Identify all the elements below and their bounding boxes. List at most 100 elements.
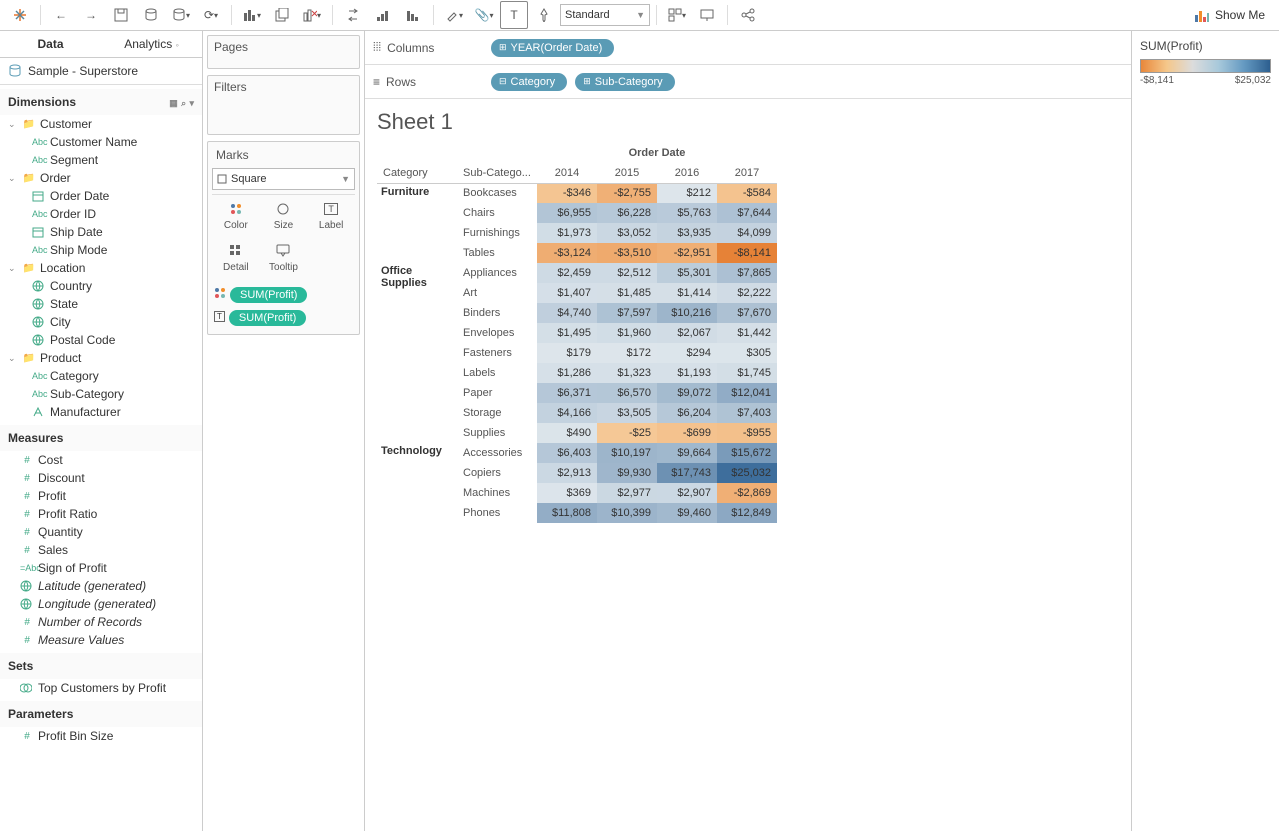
folder-location[interactable]: ⌄📁Location	[0, 259, 202, 277]
folder-product[interactable]: ⌄📁Product	[0, 349, 202, 367]
mark-size[interactable]: Size	[260, 195, 308, 237]
field-customer-name[interactable]: AbcCustomer Name	[0, 133, 202, 151]
data-cell[interactable]: -$3,510	[597, 243, 657, 263]
category-cell[interactable]: Furniture	[377, 183, 457, 263]
field-longitude-generated-[interactable]: Longitude (generated)	[0, 595, 202, 613]
field-ship-mode[interactable]: AbcShip Mode	[0, 241, 202, 259]
field-state[interactable]: State	[0, 295, 202, 313]
subcategory-cell[interactable]: Labels	[457, 363, 537, 383]
mark-label[interactable]: TLabel	[307, 195, 355, 237]
subcategory-cell[interactable]: Furnishings	[457, 223, 537, 243]
data-cell[interactable]: $3,935	[657, 223, 717, 243]
data-cell[interactable]: $1,286	[537, 363, 597, 383]
data-cell[interactable]: -$2,869	[717, 483, 777, 503]
show-me-button[interactable]: Show Me	[1187, 8, 1273, 22]
category-header[interactable]: Category	[377, 163, 457, 183]
data-cell[interactable]: -$3,124	[537, 243, 597, 263]
data-cell[interactable]: $9,664	[657, 443, 717, 463]
field-segment[interactable]: AbcSegment	[0, 151, 202, 169]
data-cell[interactable]: $6,955	[537, 203, 597, 223]
subcategory-cell[interactable]: Tables	[457, 243, 537, 263]
data-cell[interactable]: $7,403	[717, 403, 777, 423]
data-cell[interactable]: $10,216	[657, 303, 717, 323]
data-cell[interactable]: $1,495	[537, 323, 597, 343]
field-profit[interactable]: #Profit	[0, 487, 202, 505]
legend-gradient[interactable]	[1140, 59, 1271, 73]
data-cell[interactable]: $1,193	[657, 363, 717, 383]
undo-button[interactable]: ←	[47, 1, 75, 29]
data-cell[interactable]: -$955	[717, 423, 777, 443]
datasource[interactable]: Sample - Superstore	[0, 58, 202, 85]
field-quantity[interactable]: #Quantity	[0, 523, 202, 541]
data-cell[interactable]: $1,960	[597, 323, 657, 343]
sort-asc-button[interactable]	[369, 1, 397, 29]
subcategory-cell[interactable]: Machines	[457, 483, 537, 503]
new-sheet-button[interactable]: ▾	[238, 1, 266, 29]
data-cell[interactable]: $10,399	[597, 503, 657, 523]
data-cell[interactable]: $2,459	[537, 263, 597, 283]
category-cell[interactable]: Technology	[377, 443, 457, 523]
field-order-date[interactable]: Order Date	[0, 187, 202, 205]
data-cell[interactable]: $6,403	[537, 443, 597, 463]
data-cell[interactable]: $6,204	[657, 403, 717, 423]
pin-button[interactable]	[530, 1, 558, 29]
data-cell[interactable]: $4,099	[717, 223, 777, 243]
data-cell[interactable]: -$584	[717, 183, 777, 203]
data-cell[interactable]: -$25	[597, 423, 657, 443]
field-number-of-records[interactable]: #Number of Records	[0, 613, 202, 631]
field-category[interactable]: AbcCategory	[0, 367, 202, 385]
field-latitude-generated-[interactable]: Latitude (generated)	[0, 577, 202, 595]
data-cell[interactable]: $2,512	[597, 263, 657, 283]
data-cell[interactable]: $5,301	[657, 263, 717, 283]
data-cell[interactable]: $294	[657, 343, 717, 363]
subcategory-cell[interactable]: Storage	[457, 403, 537, 423]
data-cell[interactable]: -$2,755	[597, 183, 657, 203]
data-cell[interactable]: $2,067	[657, 323, 717, 343]
field-profit-bin-size[interactable]: #Profit Bin Size	[0, 727, 202, 745]
data-cell[interactable]: $11,808	[537, 503, 597, 523]
data-cell[interactable]: $12,041	[717, 383, 777, 403]
data-cell[interactable]: -$2,951	[657, 243, 717, 263]
data-cell[interactable]: $4,740	[537, 303, 597, 323]
data-cell[interactable]: $1,745	[717, 363, 777, 383]
search-icon[interactable]: ⌕	[181, 98, 186, 108]
share-button[interactable]	[734, 1, 762, 29]
pages-shelf[interactable]: Pages	[207, 35, 360, 69]
presentation-button[interactable]	[693, 1, 721, 29]
subcategory-cell[interactable]: Appliances	[457, 263, 537, 283]
redo-button[interactable]: →	[77, 1, 105, 29]
data-cell[interactable]: $2,907	[657, 483, 717, 503]
data-cell[interactable]: $2,222	[717, 283, 777, 303]
data-cell[interactable]: $490	[537, 423, 597, 443]
data-cell[interactable]: $12,849	[717, 503, 777, 523]
rows-pill-subcategory[interactable]: ⊞Sub-Category	[575, 73, 674, 91]
highlight-button[interactable]: ▾	[440, 1, 468, 29]
subcategory-cell[interactable]: Phones	[457, 503, 537, 523]
field-top-customers-by-profit[interactable]: Top Customers by Profit	[0, 679, 202, 697]
refresh-button[interactable]: ⟳▾	[197, 1, 225, 29]
year-header-2014[interactable]: 2014	[537, 163, 597, 183]
columns-shelf[interactable]: ⦙⦙⦙ Columns ⊞YEAR(Order Date)	[365, 31, 1131, 65]
data-cell[interactable]: $3,052	[597, 223, 657, 243]
subcategory-cell[interactable]: Fasteners	[457, 343, 537, 363]
field-measure-values[interactable]: #Measure Values	[0, 631, 202, 649]
field-sales[interactable]: #Sales	[0, 541, 202, 559]
data-cell[interactable]: -$8,141	[717, 243, 777, 263]
subcategory-cell[interactable]: Accessories	[457, 443, 537, 463]
data-cell[interactable]: $5,763	[657, 203, 717, 223]
view-icon[interactable]: ▦	[169, 98, 178, 108]
subcategory-cell[interactable]: Paper	[457, 383, 537, 403]
data-cell[interactable]: $9,072	[657, 383, 717, 403]
menu-icon[interactable]: ▾	[189, 98, 194, 108]
data-cell[interactable]: $1,973	[537, 223, 597, 243]
data-cell[interactable]: $4,166	[537, 403, 597, 423]
data-cell[interactable]: $7,644	[717, 203, 777, 223]
subcategory-cell[interactable]: Copiers	[457, 463, 537, 483]
mark-pill-label[interactable]: TSUM(Profit)	[214, 306, 353, 326]
subcategory-cell[interactable]: Supplies	[457, 423, 537, 443]
data-cell[interactable]: $7,670	[717, 303, 777, 323]
subcategory-cell[interactable]: Binders	[457, 303, 537, 323]
clear-button[interactable]: ▾	[298, 1, 326, 29]
data-cell[interactable]: $6,371	[537, 383, 597, 403]
data-cell[interactable]: $1,442	[717, 323, 777, 343]
